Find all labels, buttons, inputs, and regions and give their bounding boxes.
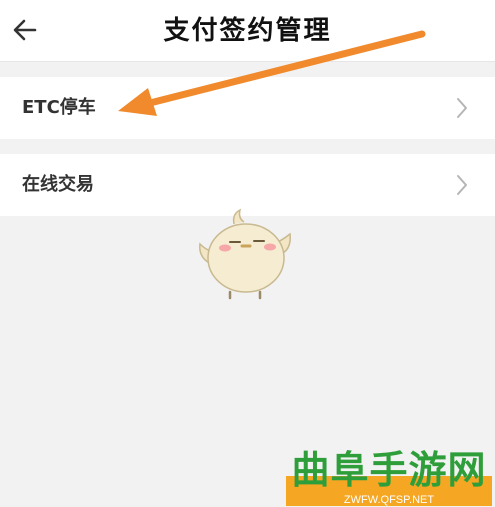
watermark-title: 曲阜手游网 [291, 447, 487, 492]
list-item-label: 在线交易 [22, 174, 94, 195]
list-item-label: ETC停车 [22, 97, 96, 118]
list-item-online-trading[interactable]: 在线交易 [0, 154, 495, 216]
list-item-etc-parking[interactable]: ETC停车 [0, 77, 495, 139]
site-watermark: 曲阜手游网 ZWFW.QFSP.NET [286, 448, 492, 506]
app-header: 支付签约管理 [0, 0, 495, 62]
chevron-right-icon [457, 175, 467, 195]
page-title: 支付签约管理 [163, 16, 332, 46]
chevron-right-icon [457, 98, 467, 118]
watermark-url: ZWFW.QFSP.NET [343, 494, 435, 506]
chick-mascot [199, 208, 291, 300]
